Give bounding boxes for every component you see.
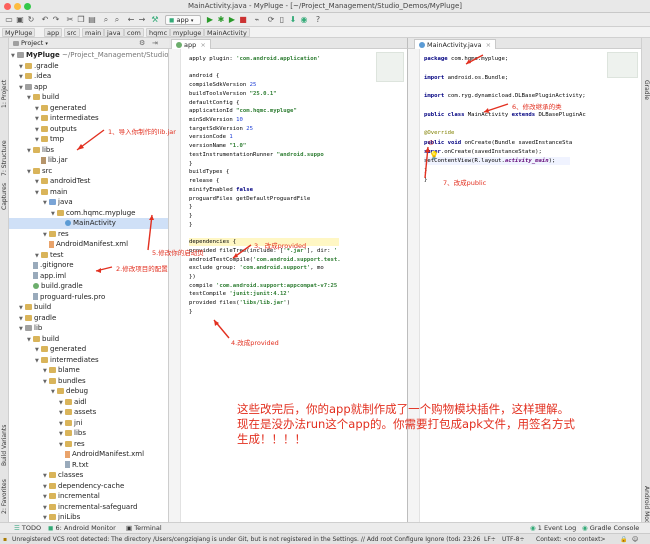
arrowhead-top bbox=[466, 59, 471, 64]
inspector-icon[interactable]: ☺ bbox=[632, 535, 638, 544]
arrowhead-3 bbox=[233, 253, 238, 258]
annotation-2: 2.修改项目的配置 bbox=[116, 265, 168, 273]
warning-icon: ▪ bbox=[3, 536, 8, 543]
caret-position[interactable]: 23:26 bbox=[463, 535, 480, 544]
annotation-5: 5.修改你的启动页 bbox=[152, 249, 204, 257]
terminal-tab-label: Terminal bbox=[134, 524, 162, 532]
android-monitor-tab-label: 6: Android Monitor bbox=[55, 524, 116, 532]
line-separator[interactable]: LF÷ bbox=[484, 535, 496, 544]
summary-note-line: 现在是没办法run这个app的。你需要打包成apk文件，用签名方式 bbox=[237, 417, 575, 431]
bottom-tool-bar: ☰ TODO ◼ 6: Android Monitor ▣ Terminal ◉… bbox=[0, 522, 650, 533]
annotation-3: 3、改成provided bbox=[254, 242, 307, 250]
summary-note-line: 生成！！！！ bbox=[237, 432, 306, 446]
summary-note: 这些改完后，你的app就制作成了一个购物模块插件，这样理解。 现在是没办法run… bbox=[237, 402, 629, 447]
todo-icon: ☰ bbox=[14, 524, 20, 532]
status-bar: ▪ Unregistered VCS root detected: The di… bbox=[0, 533, 650, 544]
android-icon: ◼ bbox=[48, 524, 54, 532]
annotation-6: 6、修改继承的类 bbox=[512, 103, 562, 111]
todo-tab-label: TODO bbox=[21, 524, 42, 532]
gradle-icon: ◉ bbox=[582, 524, 588, 532]
annotation-arrows bbox=[76, 54, 509, 339]
gradle-console-tab[interactable]: ◉ Gradle Console bbox=[582, 524, 639, 533]
gradle-console-tab-label: Gradle Console bbox=[589, 524, 640, 532]
context-indicator[interactable]: Context: <no context> bbox=[536, 535, 605, 544]
annotation-7: 7、改成public bbox=[443, 179, 487, 187]
status-message[interactable]: Unregistered VCS root detected: The dire… bbox=[12, 535, 460, 544]
android-monitor-tab[interactable]: ◼ 6: Android Monitor bbox=[48, 524, 116, 533]
event-log-icon: ◉ bbox=[530, 524, 536, 532]
event-log-tab-label: 1 Event Log bbox=[537, 524, 577, 532]
lock-icon[interactable]: 🔒 bbox=[620, 535, 627, 544]
todo-tab[interactable]: ☰ TODO bbox=[14, 524, 41, 533]
terminal-tab[interactable]: ▣ Terminal bbox=[126, 524, 162, 533]
arrow-5 bbox=[147, 214, 153, 251]
event-log-tab[interactable]: ◉ 1 Event Log bbox=[530, 524, 576, 533]
annotation-4: 4.改成provided bbox=[231, 339, 279, 347]
summary-note-line: 这些改完后，你的app就制作成了一个购物模块插件，这样理解。 bbox=[237, 402, 570, 416]
annotation-1: 1、导入你制作的lib.jar bbox=[108, 128, 176, 136]
file-encoding[interactable]: UTF-8÷ bbox=[502, 535, 525, 544]
terminal-icon: ▣ bbox=[126, 524, 133, 532]
